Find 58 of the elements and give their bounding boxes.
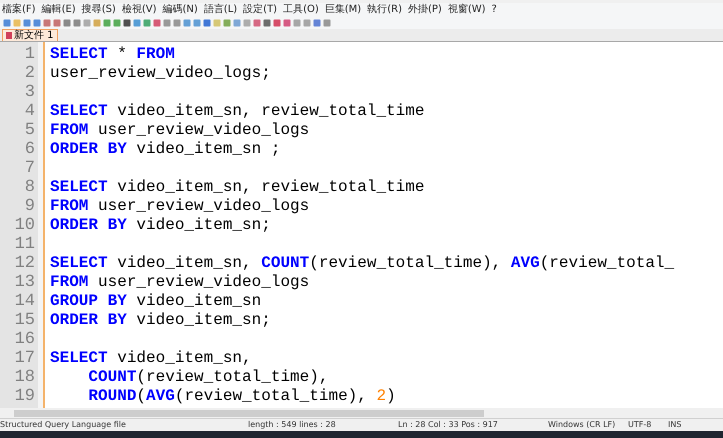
line-number: 8 bbox=[24, 178, 36, 197]
length-info: length : 549 lines : 28 bbox=[247, 420, 337, 430]
menu-item[interactable]: 執行(R) bbox=[367, 4, 402, 16]
line-number: 6 bbox=[24, 140, 36, 159]
line-number: 19 bbox=[14, 387, 36, 406]
file-icon bbox=[6, 32, 12, 39]
code-line: ORDER BY video_item_sn; bbox=[50, 311, 272, 330]
horizontal-scrollbar[interactable] bbox=[0, 408, 723, 418]
menu-item[interactable]: 編輯(E) bbox=[42, 4, 76, 16]
line-number: 17 bbox=[14, 349, 36, 368]
menu-item[interactable]: 編碼(N) bbox=[162, 4, 198, 16]
line-number: 12 bbox=[14, 254, 36, 273]
code-line: SELECT video_item_sn, COUNT(review_total_time), AVG(review_total_ bbox=[50, 254, 676, 273]
code-line: SELECT * FROM bbox=[50, 45, 176, 64]
line-number: 14 bbox=[14, 292, 36, 311]
line-number: 10 bbox=[14, 216, 36, 235]
line-ending: Windows (CR LF) bbox=[548, 420, 616, 430]
line-number: 7 bbox=[24, 159, 36, 178]
line-number: 1 bbox=[24, 45, 36, 64]
menu-item[interactable]: ? bbox=[492, 4, 497, 16]
line-number: 5 bbox=[24, 121, 36, 140]
line-number: 4 bbox=[24, 102, 36, 121]
code-line: SELECT video_item_sn, bbox=[50, 349, 253, 368]
file-tab[interactable]: 新文件 1 bbox=[2, 29, 58, 41]
line-number: 15 bbox=[14, 311, 36, 330]
line-number: 9 bbox=[24, 197, 36, 216]
line-number: 16 bbox=[14, 330, 36, 349]
encoding-label: UTF-8 bbox=[628, 420, 652, 430]
line-number: 13 bbox=[14, 273, 36, 292]
code-line: FROM user_review_video_logs bbox=[50, 273, 310, 292]
code-line: user_review_video_logs; bbox=[50, 64, 272, 83]
line-number: 3 bbox=[24, 83, 36, 102]
code-line: FROM user_review_video_logs bbox=[50, 121, 310, 140]
menu-item[interactable]: 檔案(F) bbox=[2, 4, 36, 16]
tab-label: 新文件 1 bbox=[14, 30, 54, 41]
line-number: 18 bbox=[14, 368, 36, 387]
code-line: ROUND(AVG(review_total_time), 2) bbox=[87, 387, 397, 406]
menu-item[interactable]: 外掛(P) bbox=[408, 4, 442, 16]
file-type-label: Structured Query Language file bbox=[0, 420, 127, 430]
scrollbar-thumb[interactable] bbox=[14, 410, 484, 416]
code-line: FROM user_review_video_logs bbox=[50, 197, 310, 216]
code-line: COUNT(review_total_time), bbox=[87, 368, 330, 387]
line-number: 2 bbox=[24, 64, 36, 83]
line-number: 11 bbox=[14, 235, 36, 254]
menu-item[interactable]: 搜尋(S) bbox=[82, 4, 116, 16]
menu-item[interactable]: 檢視(V) bbox=[122, 4, 156, 16]
code-line: SELECT video_item_sn, review_total_time bbox=[50, 102, 426, 121]
code-line: ORDER BY video_item_sn; bbox=[50, 216, 272, 235]
menu-item[interactable]: 工具(O) bbox=[283, 4, 319, 16]
code-line: GROUP BY video_item_sn bbox=[50, 292, 262, 311]
code-line: SELECT video_item_sn, review_total_time bbox=[50, 178, 426, 197]
code-line: ORDER BY video_item_sn ; bbox=[50, 140, 282, 159]
menu-item[interactable]: 語言(L) bbox=[204, 4, 238, 16]
menu-item[interactable]: 巨集(M) bbox=[324, 4, 362, 16]
menu-item[interactable]: 視窗(W) bbox=[448, 4, 486, 16]
cursor-position: Ln : 28 Col : 33 Pos : 917 bbox=[398, 420, 499, 430]
insert-mode: INS bbox=[668, 420, 682, 430]
menu-item[interactable]: 設定(T) bbox=[243, 4, 278, 16]
